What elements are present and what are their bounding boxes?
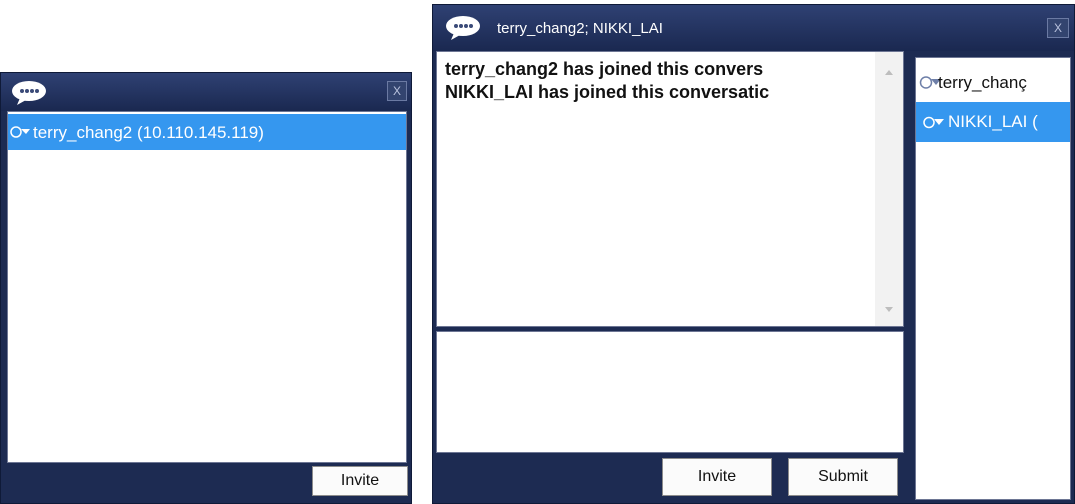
list-item-participant[interactable]: NIKKI_LAI (	[916, 102, 1070, 142]
message-line: terry_chang2 has joined this convers	[445, 59, 764, 79]
message-input[interactable]	[436, 331, 904, 453]
invite-window: X terry_chang2 (10.110.145.119) Invite	[0, 72, 412, 504]
user-list[interactable]: terry_chang2 (10.110.145.119)	[7, 111, 407, 463]
scroll-up-icon[interactable]	[884, 68, 894, 76]
user-status-icon	[10, 126, 30, 138]
participant-name: terry_chanç	[938, 73, 1027, 92]
window-title: terry_chang2; NIKKI_LAI	[497, 20, 663, 37]
message-line: NIKKI_LAI has joined this conversatic	[445, 82, 770, 102]
submit-button[interactable]: Submit	[788, 458, 898, 496]
invite-window-titlebar[interactable]: X	[1, 73, 411, 111]
user-name: terry_chang2 (10.110.145.119)	[33, 123, 264, 142]
invite-button[interactable]: Invite	[312, 466, 408, 496]
participant-name: NIKKI_LAI (	[948, 112, 1038, 131]
invite-button[interactable]: Invite	[662, 458, 772, 496]
user-status-icon	[923, 116, 944, 129]
participant-list[interactable]: terry_chanç NIKKI_LAI (	[915, 57, 1071, 500]
list-item-user[interactable]: terry_chang2 (10.110.145.119)	[8, 114, 406, 150]
scroll-down-icon[interactable]	[884, 306, 894, 314]
scrollbar[interactable]	[875, 52, 903, 326]
chat-bubble-icon	[12, 81, 46, 105]
message-log[interactable]: terry_chang2 has joined this convers NIK…	[436, 51, 904, 327]
chat-window: terry_chang2; NIKKI_LAI X terry_chang2 h…	[432, 4, 1075, 504]
chat-window-titlebar[interactable]: terry_chang2; NIKKI_LAI X	[433, 5, 1074, 51]
list-item-participant[interactable]: terry_chanç	[916, 64, 1070, 100]
chat-bubble-icon	[446, 16, 480, 40]
close-button[interactable]: X	[1047, 18, 1069, 38]
message-text: terry_chang2 has joined this convers NIK…	[445, 58, 877, 104]
close-button[interactable]: X	[387, 81, 407, 101]
